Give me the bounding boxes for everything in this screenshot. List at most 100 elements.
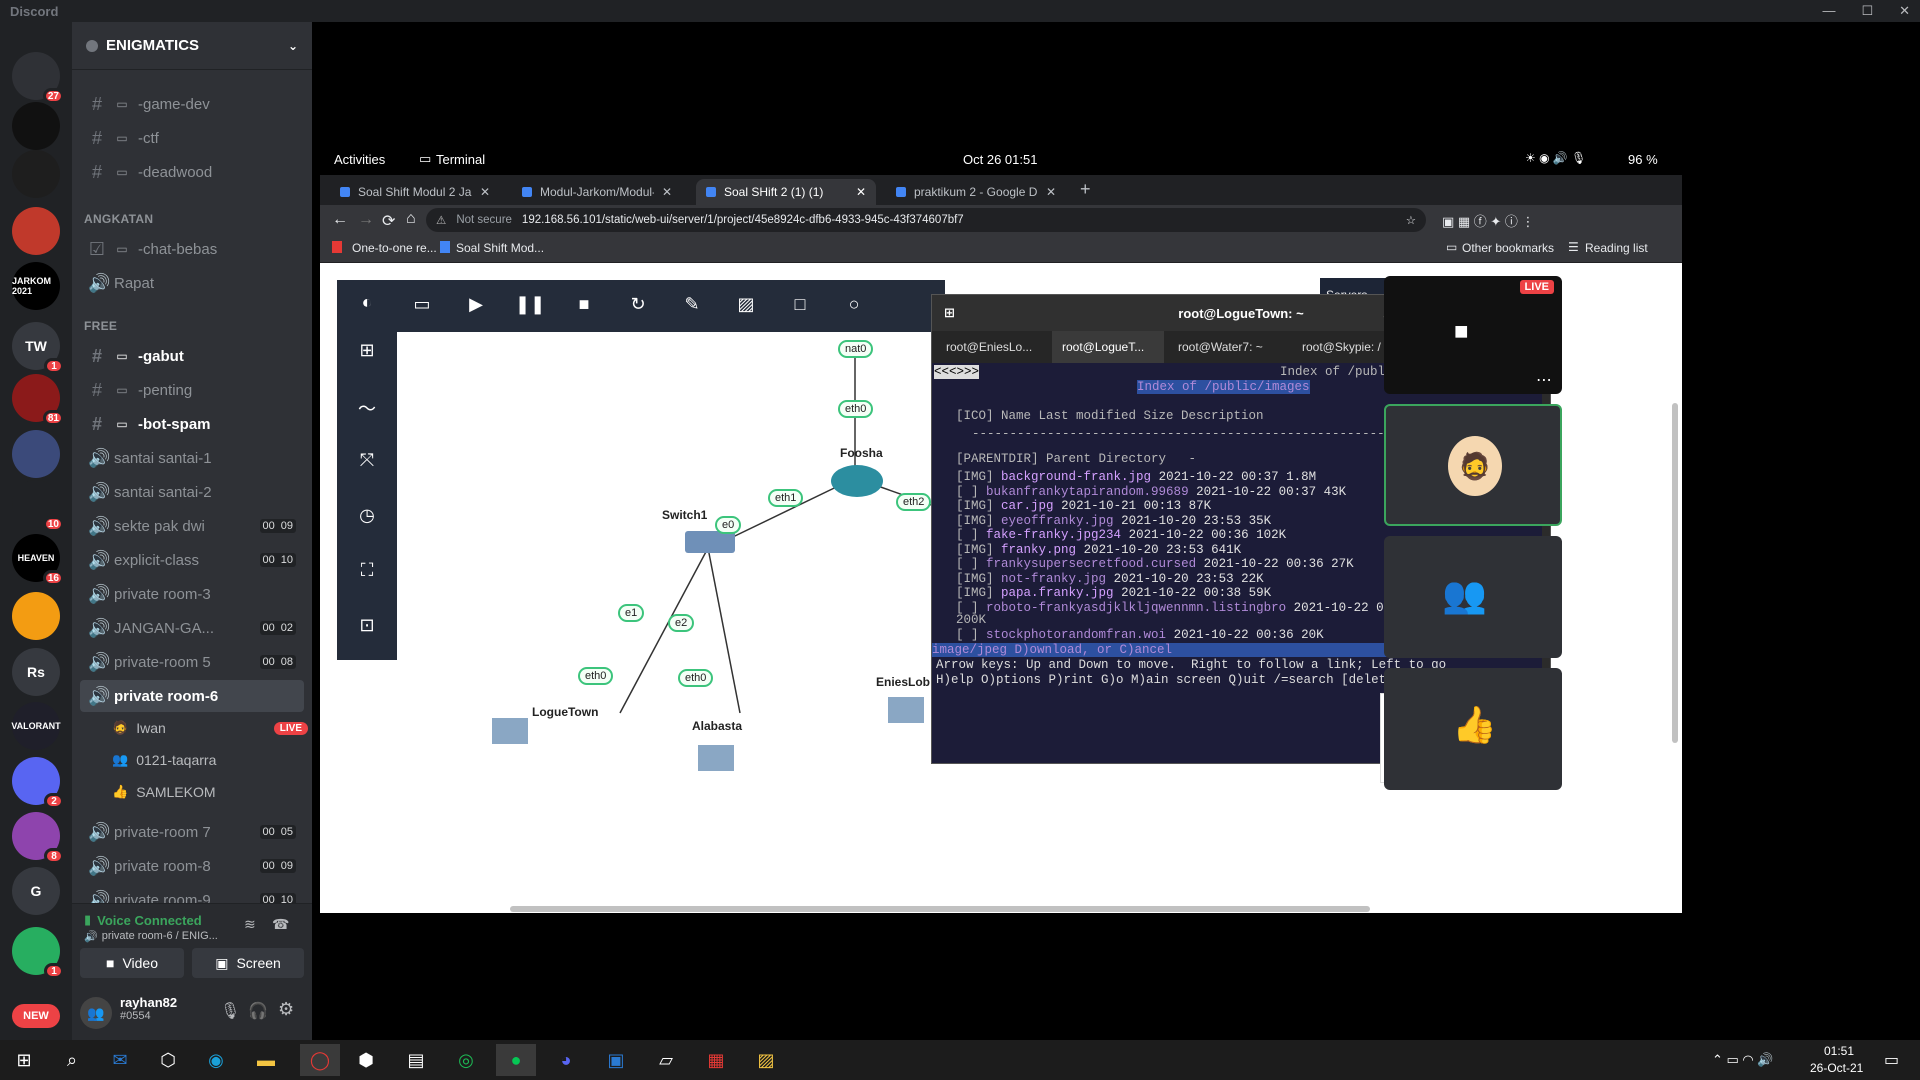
channel[interactable]: 🔊 private room-6 bbox=[80, 680, 304, 712]
edge-icon[interactable]: ◉ bbox=[196, 1044, 236, 1076]
text-channel[interactable]: # ▭ -game-dev bbox=[80, 88, 304, 120]
new-tab-icon[interactable]: + bbox=[1080, 179, 1091, 200]
terminal-tab[interactable]: root@Water7: ~ ✕ bbox=[1168, 331, 1280, 386]
notepad-icon[interactable]: ▱ bbox=[646, 1044, 686, 1076]
app-icon[interactable]: ▤ bbox=[396, 1044, 436, 1076]
server-icon[interactable] bbox=[12, 207, 60, 255]
category-free[interactable]: FREE bbox=[84, 319, 117, 333]
screen-button[interactable]: ▣ Screen bbox=[192, 948, 304, 978]
clock[interactable]: Oct 26 01:51 bbox=[963, 152, 1037, 167]
forward-icon[interactable]: → bbox=[358, 211, 374, 229]
avatar[interactable]: 👥 bbox=[80, 997, 112, 1029]
node-label[interactable]: Switch1 bbox=[662, 508, 707, 522]
extensions-icons[interactable]: ▣ ▦ ⓕ ✦ ⓘ ⋮ bbox=[1442, 211, 1535, 230]
opera-icon[interactable]: ◯ bbox=[300, 1044, 340, 1076]
virtualbox-icon[interactable]: ⬢ bbox=[346, 1044, 386, 1076]
tray-icons[interactable]: ⌃ ▭ ◠ 🔊 bbox=[1712, 1052, 1774, 1068]
text-channel[interactable]: # ▭ -deadwood bbox=[80, 156, 304, 188]
vertical-scrollbar[interactable] bbox=[1672, 403, 1678, 743]
server-icon[interactable] bbox=[12, 592, 60, 640]
taskbar-time[interactable]: 01:51 bbox=[1824, 1044, 1854, 1058]
terminal-tab[interactable]: root@EniesLo... ✕ bbox=[936, 331, 1048, 386]
server-icon[interactable]: VALORANT bbox=[11, 702, 61, 750]
channel[interactable]: # ▭ -penting bbox=[80, 374, 304, 406]
search-icon[interactable]: ⌕ bbox=[52, 1044, 92, 1076]
server-icon[interactable]: HEAVEN 16 bbox=[12, 534, 64, 586]
noise-suppression-icon[interactable]: ≋ bbox=[244, 916, 256, 933]
server-icon[interactable]: 1 bbox=[12, 927, 64, 979]
taskbar-date[interactable]: 26-Oct-21 bbox=[1810, 1061, 1863, 1075]
file-row[interactable]: [ ] stockphotorandomfran.woi 2021-10-22 … bbox=[956, 628, 1324, 642]
mail-icon[interactable]: ✉ bbox=[100, 1044, 140, 1076]
maximize-icon[interactable]: ☐ bbox=[1861, 3, 1873, 19]
channel[interactable]: 🔊 Rapat bbox=[80, 267, 304, 299]
voice-user[interactable]: 👍 SAMLEKOM bbox=[112, 778, 308, 806]
bookmark-item[interactable]: One-to-one re... bbox=[352, 241, 437, 255]
server-icon[interactable] bbox=[12, 102, 60, 150]
activities-button[interactable]: Activities bbox=[334, 152, 385, 167]
back-icon[interactable]: ← bbox=[332, 211, 348, 229]
browser-tab[interactable]: praktikum 2 - Google Driv ✕ bbox=[886, 179, 1066, 205]
server-icon[interactable] bbox=[12, 430, 60, 478]
voice-status[interactable]: Voice Connected bbox=[97, 913, 202, 928]
close-icon[interactable]: ✕ bbox=[480, 185, 490, 199]
minimize-icon[interactable]: — bbox=[1822, 3, 1835, 19]
horizontal-scrollbar[interactable] bbox=[510, 906, 1370, 912]
node-label[interactable]: LogueTown bbox=[532, 705, 598, 719]
system-tray-icons[interactable]: ☀ ◉ 🔊 🎙 bbox=[1525, 151, 1586, 165]
app-icon[interactable]: ▨ bbox=[746, 1044, 786, 1076]
voice-user[interactable]: 🧔 Iwan LIVE bbox=[112, 714, 308, 742]
node-label[interactable]: Foosha bbox=[840, 446, 883, 460]
cube-icon[interactable]: ⬡ bbox=[148, 1044, 188, 1076]
channel[interactable]: 🔊 JANGAN-GA... 00 02 bbox=[80, 612, 304, 644]
gear-icon[interactable]: ⚙ bbox=[278, 999, 294, 1020]
server-icon[interactable]: 2 bbox=[12, 757, 64, 809]
close-icon[interactable]: ✕ bbox=[1046, 185, 1056, 199]
close-icon[interactable]: ✕ bbox=[1899, 3, 1910, 19]
bookmark-item[interactable]: Soal Shift Mod... bbox=[456, 241, 544, 255]
server-header[interactable]: ENIGMATICS ⌄ bbox=[72, 22, 312, 70]
file-row[interactable]: [IMG] background-frank.jpg 2021-10-22 00… bbox=[956, 470, 1316, 484]
server-icon[interactable] bbox=[12, 150, 60, 198]
stream-preview-tile[interactable]: LIVE ■ ⋯ bbox=[1384, 276, 1562, 394]
other-bookmarks[interactable]: Other bookmarks bbox=[1462, 241, 1554, 255]
file-row[interactable]: [ ] bukanfrankytapirandom.99689 2021-10-… bbox=[956, 485, 1346, 499]
file-row[interactable]: [IMG] eyeoffranky.jpg 2021-10-20 23:53 3… bbox=[956, 514, 1271, 528]
channel[interactable]: 🔊 sekte pak dwi 00 09 bbox=[80, 510, 304, 542]
channel[interactable]: 🔊 explicit-class 00 10 bbox=[80, 544, 304, 576]
terminal-tab[interactable]: root@LogueT... ✕ bbox=[1052, 331, 1164, 386]
start-icon[interactable]: ⊞ bbox=[4, 1044, 44, 1076]
channel[interactable]: ☑ ▭ -chat-bebas bbox=[80, 233, 304, 265]
omnibox[interactable]: ⚠ Not secure 192.168.56.101/static/web-u… bbox=[426, 208, 1426, 232]
photos-icon[interactable]: ▣ bbox=[596, 1044, 636, 1076]
server-icon[interactable]: 27 bbox=[12, 52, 64, 104]
channel[interactable]: 🔊 santai santai-2 bbox=[80, 476, 304, 508]
server-icon[interactable]: 8 bbox=[12, 812, 64, 864]
category-angkatan[interactable]: ANGKATAN bbox=[84, 212, 153, 226]
channel[interactable]: 🔊 private-room 5 00 08 bbox=[80, 646, 304, 678]
channel[interactable]: 🔊 private room-3 bbox=[80, 578, 304, 610]
channel[interactable]: 🔊 private-room 7 00 05 bbox=[80, 816, 304, 848]
video-button[interactable]: ■ Video bbox=[80, 948, 184, 978]
browser-tab[interactable]: Soal SHift 2 (1) (1) ✕ bbox=[696, 179, 876, 205]
text-channel[interactable]: # ▭ -ctf bbox=[80, 122, 304, 154]
battery-level[interactable]: 96 % bbox=[1628, 152, 1658, 167]
file-row[interactable]: [ ] frankysupersecretfood.cursed 2021-10… bbox=[956, 557, 1354, 571]
file-row[interactable]: [IMG] franky.png 2021-10-20 23:53 641K bbox=[956, 543, 1241, 557]
star-icon[interactable]: ☆ bbox=[1406, 213, 1416, 227]
server-icon[interactable]: 81 bbox=[12, 374, 64, 426]
reload-icon[interactable]: ⟳ bbox=[382, 211, 395, 231]
spotify-icon[interactable]: ◎ bbox=[446, 1044, 486, 1076]
server-icon[interactable]: 10 bbox=[12, 480, 64, 532]
new-tab-icon[interactable]: ⊞ bbox=[944, 305, 955, 321]
url-text[interactable]: 192.168.56.101/static/web-ui/server/1/pr… bbox=[522, 214, 964, 226]
node-label[interactable]: Alabasta bbox=[692, 719, 742, 733]
participant-tile[interactable]: 👍 bbox=[1384, 668, 1562, 790]
participant-tile[interactable]: 🧔 bbox=[1384, 404, 1562, 526]
screen-share-view[interactable]: Activities ▭ Terminal Oct 26 01:51 ☀ ◉ 🔊… bbox=[320, 143, 1682, 913]
microphone-icon[interactable]: 🎙 bbox=[220, 1001, 240, 1021]
server-icon[interactable]: G bbox=[12, 867, 60, 915]
close-icon[interactable]: ✕ bbox=[856, 185, 866, 199]
parent-directory-link[interactable]: [PARENTDIR] Parent Directory - bbox=[956, 452, 1196, 466]
participant-tile[interactable]: 👥 bbox=[1384, 536, 1562, 658]
